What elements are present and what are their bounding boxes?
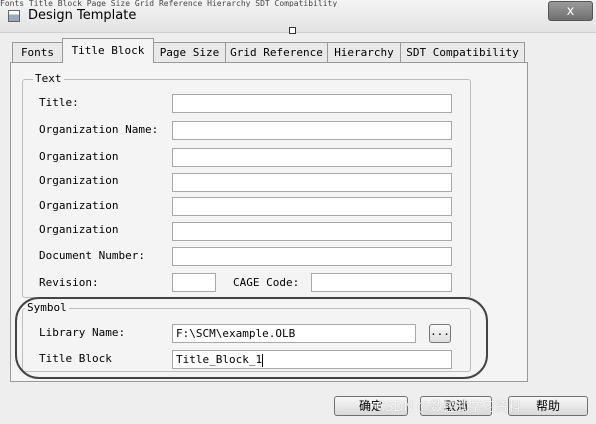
- title-block-label: Title Block: [39, 352, 112, 365]
- resize-handle[interactable]: [289, 27, 296, 34]
- revision-label: Revision:: [39, 276, 99, 289]
- organization-address3-field[interactable]: [172, 197, 452, 216]
- ellipsis-icon: ...: [430, 325, 450, 338]
- title-label: Title:: [39, 96, 79, 109]
- tab-sdt-compatibility[interactable]: SDT Compatibility: [400, 42, 525, 62]
- tab-fonts[interactable]: Fonts: [12, 42, 63, 62]
- text-group-title: Text: [33, 72, 64, 85]
- document-number-field[interactable]: [172, 247, 452, 266]
- tab-grid-reference[interactable]: Grid Reference: [225, 42, 328, 62]
- browse-button[interactable]: ...: [429, 324, 451, 343]
- library-name-field[interactable]: F:\SCM\example.OLB: [172, 324, 416, 343]
- organization-name-label: Organization Name:: [39, 123, 159, 136]
- organization-address4-label: Organization: [39, 223, 119, 235]
- tab-title-block[interactable]: Title Block: [62, 38, 154, 63]
- close-button[interactable]: x: [548, 1, 593, 21]
- tab-hierarchy[interactable]: Hierarchy: [327, 42, 401, 62]
- organization-address1-label: Organization: [39, 150, 119, 162]
- organization-address4-field[interactable]: [172, 222, 452, 241]
- revision-field[interactable]: [172, 273, 216, 292]
- text-group: Text Title: Organization Name: Organizat…: [22, 72, 471, 298]
- watermark: CSDN @数控式学习资料: [376, 400, 522, 415]
- title-field[interactable]: [172, 94, 452, 113]
- organization-address1-field[interactable]: [172, 148, 452, 167]
- title-block-value: Title_Block_1: [176, 353, 263, 366]
- organization-address2-field[interactable]: [172, 173, 452, 192]
- background-window-strip: Fonts Title Block Page Size Grid Referen…: [0, 0, 338, 7]
- library-name-label: Library Name:: [39, 326, 126, 339]
- cage-code-label: CAGE Code:: [233, 276, 300, 289]
- organization-name-field[interactable]: [172, 121, 452, 140]
- cage-code-field[interactable]: [311, 273, 452, 292]
- title-block-panel: Text Title: Organization Name: Organizat…: [10, 62, 528, 382]
- title-block-field[interactable]: Title_Block_1: [172, 350, 452, 369]
- organization-address2-label: Organization: [39, 174, 119, 186]
- design-template-dialog: Fonts Title Block Page Size Grid Referen…: [0, 0, 596, 424]
- document-number-label: Document Number:: [39, 249, 145, 262]
- symbol-group-title: Symbol: [25, 301, 69, 314]
- symbol-group: Symbol Library Name: F:\SCM\example.OLB …: [22, 301, 471, 372]
- window-icon: [8, 10, 20, 22]
- window-title: Design Template: [28, 8, 137, 23]
- title-bar: Fonts Title Block Page Size Grid Referen…: [0, 0, 596, 33]
- close-icon: x: [566, 4, 575, 19]
- tab-page-size[interactable]: Page Size: [153, 42, 226, 62]
- organization-address3-label: Organization: [39, 199, 119, 211]
- text-caret: [262, 353, 264, 367]
